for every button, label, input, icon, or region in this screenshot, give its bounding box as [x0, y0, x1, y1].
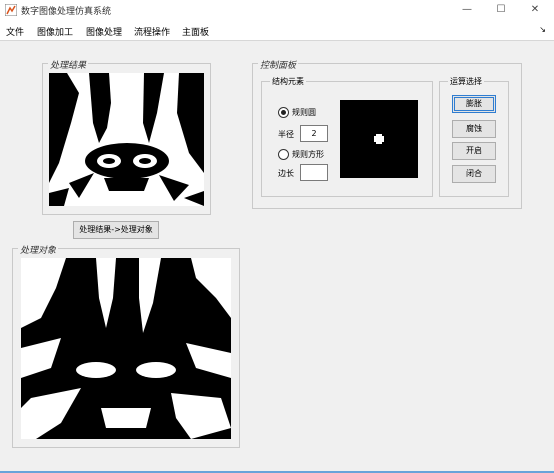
radius-label: 半径 — [278, 130, 294, 139]
object-panel: 处理对象 — [12, 243, 240, 448]
side-length-label: 边长 — [278, 169, 294, 178]
result-panel: 处理结果 — [42, 58, 211, 215]
menu-flow-operations[interactable]: 流程操作 — [134, 25, 170, 38]
structure-element-group: 结构元素 规则圆 半径 2 规则方形 边长 — [261, 76, 433, 197]
radius-input[interactable]: 2 — [300, 125, 328, 142]
control-panel: 控制面板 结构元素 规则圆 半径 2 规则方形 边长 运算选择 膨胀 腐蚀 开启… — [252, 58, 522, 209]
control-panel-title: 控制面板 — [258, 58, 299, 71]
structure-element-title: 结构元素 — [270, 76, 306, 87]
close-op-button[interactable]: 闭合 — [452, 165, 496, 183]
disk-radio[interactable] — [278, 107, 289, 118]
window-title: 数字图像处理仿真系统 — [21, 7, 112, 17]
transfer-result-button[interactable]: 处理结果->处理对象 — [73, 221, 159, 239]
object-panel-title: 处理对象 — [18, 243, 59, 256]
menu-image-editing[interactable]: 图像加工 — [37, 25, 73, 38]
menu-image-processing[interactable]: 图像处理 — [86, 25, 122, 38]
square-radio[interactable] — [278, 149, 289, 160]
structure-element-preview — [340, 100, 418, 178]
operation-select-title: 运算选择 — [448, 76, 484, 87]
result-panel-title: 处理结果 — [48, 58, 89, 71]
title-bar: 数字图像处理仿真系统 — ☐ ✕ — [0, 0, 554, 20]
undock-icon[interactable]: ↘ — [539, 25, 546, 34]
erode-button[interactable]: 腐蚀 — [452, 120, 496, 138]
disk-label: 规则圆 — [292, 108, 316, 117]
menu-main-panel[interactable]: 主面板 — [182, 25, 209, 38]
menu-file[interactable]: 文件 — [6, 25, 24, 38]
menu-bar: 文件 图像加工 图像处理 流程操作 主面板 ↘ — [0, 20, 554, 41]
object-image — [21, 258, 231, 439]
close-button[interactable]: ✕ — [522, 2, 548, 18]
side-length-input[interactable] — [300, 164, 328, 181]
maximize-button[interactable]: ☐ — [488, 2, 514, 18]
square-label: 规则方形 — [292, 150, 324, 159]
open-button[interactable]: 开启 — [452, 142, 496, 160]
operation-select-group: 运算选择 膨胀 腐蚀 开启 闭合 — [439, 76, 509, 197]
minimize-button[interactable]: — — [454, 2, 480, 18]
result-image — [49, 73, 204, 206]
dilate-button[interactable]: 膨胀 — [452, 95, 496, 113]
matlab-figure-icon — [5, 4, 17, 16]
